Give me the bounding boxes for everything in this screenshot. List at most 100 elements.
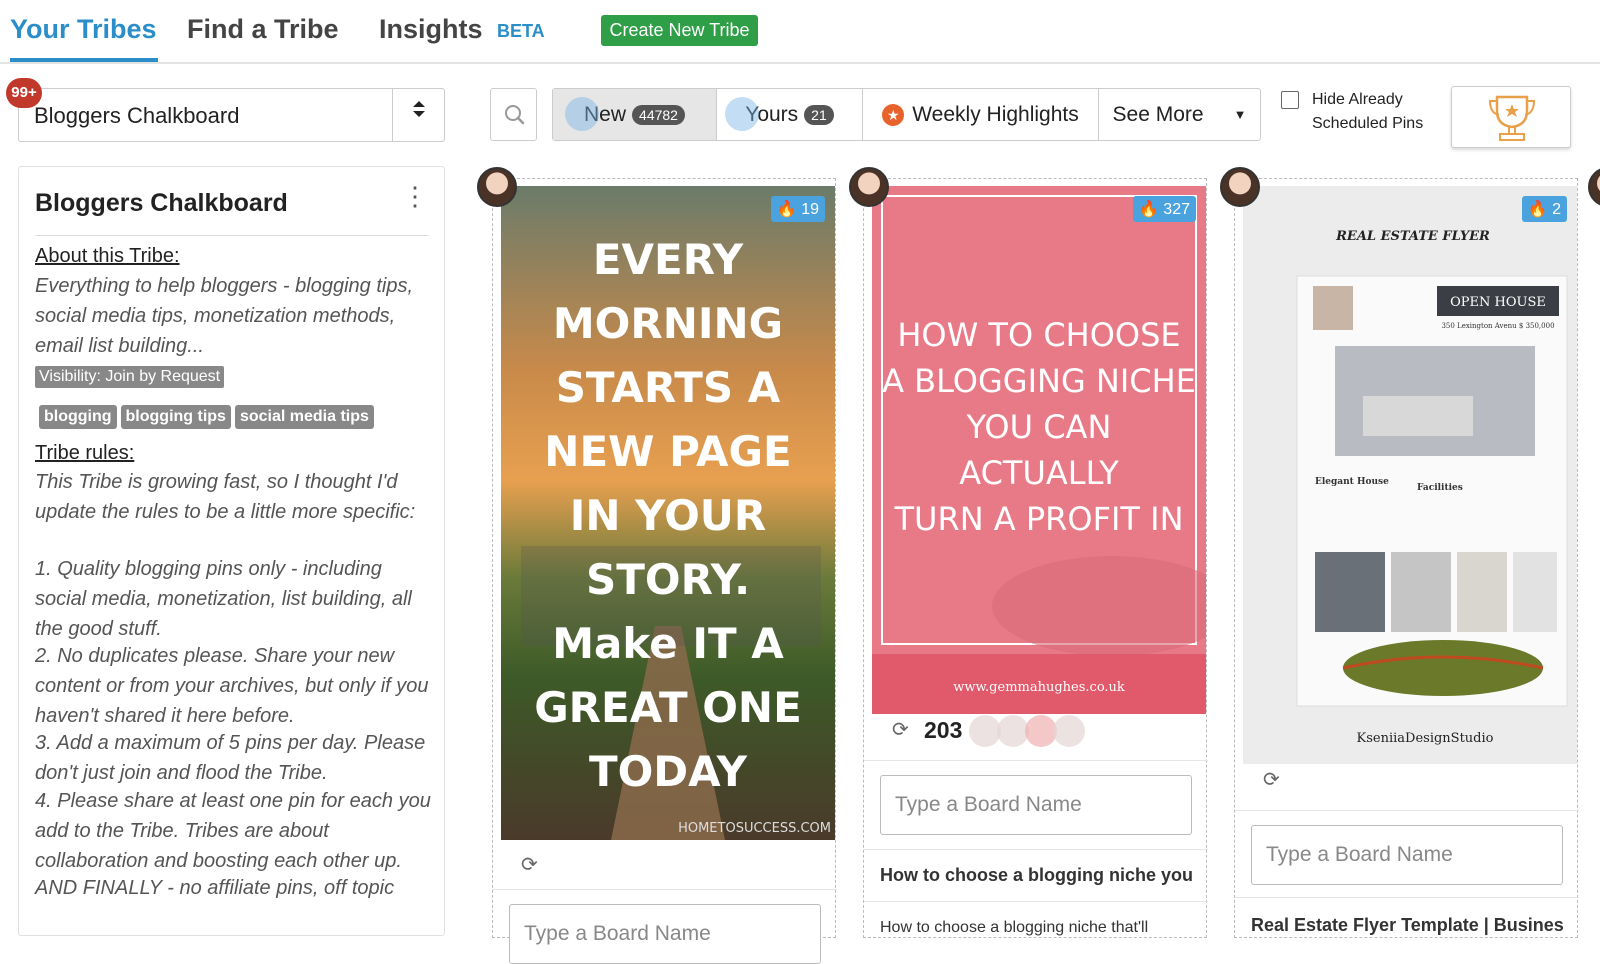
flyer-studio: KseniiaDesignStudio (1357, 731, 1494, 746)
rules-intro: This Tribe is growing fast, so I thought… (35, 471, 416, 523)
tribe-info-panel: Bloggers Chalkboard ⋮ About this Tribe: … (18, 166, 445, 936)
pin-text-line: HOW TO CHOOSE (897, 316, 1180, 354)
pin-text-line: Make IT A (552, 619, 784, 668)
pin-image[interactable]: HOW TO CHOOSE A BLOGGING NICHE YOU CAN A… (872, 186, 1232, 714)
filter-new[interactable]: New 44782 (553, 89, 717, 140)
pin-text-line: NEW PAGE (544, 427, 791, 476)
rules-title: Tribe rules: (35, 442, 135, 464)
tab-find-a-tribe[interactable]: Find a Tribe (187, 12, 339, 62)
tag-list: blogging blogging tips social media tips (39, 405, 374, 429)
filter-weekly-label: Weekly Highlights (912, 102, 1079, 126)
fire-badge: 🔥 19 (770, 196, 825, 222)
pin-url: www.gemmahughes.co.uk (953, 680, 1125, 695)
pin-text-line: TURN A PROFIT IN (893, 500, 1183, 538)
pin-text-line: A BLOGGING NICHE (882, 362, 1196, 400)
sync-icon[interactable]: ⟳ (892, 717, 909, 742)
flyer-address: 350 Lexington Avenu $ 350,000 (1441, 322, 1554, 330)
pin-text-line: STORY. (586, 555, 750, 604)
divider (864, 901, 1208, 902)
visibility-badge: Visibility: Join by Request (35, 366, 225, 388)
pin-card: REAL ESTATE FLYER OPEN HOUSE 350 Lexingt… (1234, 178, 1579, 938)
flyer-open-house: OPEN HOUSE (1450, 295, 1546, 310)
pin-image[interactable]: REAL ESTATE FLYER OPEN HOUSE 350 Lexingt… (1243, 186, 1577, 764)
pin-actions-row: ⟳ (493, 840, 837, 890)
pin-description: How to choose a blogging niche that'll (880, 919, 1149, 936)
tab-your-tribes[interactable]: Your Tribes (10, 12, 158, 62)
fire-count: 19 (801, 201, 819, 218)
tag[interactable]: blogging (39, 405, 117, 429)
pin-image-art: EVERY MORNING STARTS A NEW PAGE IN YOUR … (501, 186, 835, 840)
avatar[interactable] (1220, 167, 1260, 207)
hide-scheduled-checkbox[interactable] (1281, 91, 1299, 109)
rule-1: 1. Quality blogging pins only - includin… (35, 558, 412, 640)
pin-image-art: HOW TO CHOOSE A BLOGGING NICHE YOU CAN A… (872, 186, 1232, 714)
pin-card: HOW TO CHOOSE A BLOGGING NICHE YOU CAN A… (863, 178, 1232, 938)
avatar[interactable] (849, 167, 889, 207)
avatar[interactable] (477, 167, 517, 207)
rule-final: AND FINALLY - no affiliate pins, off top… (35, 877, 395, 899)
pin-text-line: TODAY (589, 747, 748, 796)
sync-icon[interactable]: ⟳ (1263, 767, 1280, 792)
board-name-input[interactable]: Type a Board Name (509, 904, 821, 964)
rule-4: 4. Please share at least one pin for eac… (35, 790, 431, 872)
selection-dot (565, 97, 599, 131)
pin-title[interactable]: Real Estate Flyer Template | Busines (1251, 915, 1571, 936)
sync-icon[interactable]: ⟳ (521, 852, 538, 877)
pin-text-line: MORNING (553, 299, 783, 348)
pin-title[interactable]: How to choose a blogging niche you (880, 865, 1200, 886)
pin-text-line: ACTUALLY (959, 454, 1119, 492)
filter-segments: New 44782 Yours 21 ★ Weekly Highlights S… (552, 88, 1261, 141)
flyer-elegant-house: Elegant House (1315, 477, 1389, 487)
pin-text-line: IN YOUR (570, 491, 766, 540)
search-icon (505, 105, 525, 125)
fire-badge: 🔥 2 (1521, 196, 1567, 222)
filter-weekly-highlights[interactable]: ★ Weekly Highlights (863, 89, 1099, 140)
pin-text-line: STARTS A (556, 363, 781, 412)
avatar (1053, 715, 1085, 747)
divider (35, 235, 429, 236)
flyer-title: REAL ESTATE FLYER (1335, 229, 1490, 244)
more-options-icon[interactable]: ⋮ (402, 183, 428, 209)
tab-insights[interactable]: Insights (379, 12, 483, 62)
board-name-input[interactable]: Type a Board Name (880, 775, 1192, 835)
star-icon: ★ (882, 103, 905, 126)
chevron-down-icon: ▼ (1233, 107, 1247, 122)
fire-count: 327 (1163, 201, 1190, 218)
tribe-info-title: Bloggers Chalkboard (35, 189, 288, 217)
pin-image-art: REAL ESTATE FLYER OPEN HOUSE 350 Lexingt… (1243, 186, 1577, 764)
trophy-icon (1488, 95, 1536, 141)
rule-2: 2. No duplicates please. Share your new … (35, 645, 429, 727)
fire-badge: 🔥 327 (1132, 196, 1196, 222)
divider (864, 849, 1208, 850)
filter-yours-count: 21 (804, 104, 834, 125)
board-name-input[interactable]: Type a Board Name (1251, 825, 1563, 885)
divider (1235, 897, 1579, 898)
about-text: Everything to help bloggers - blogging t… (35, 275, 414, 357)
pin-text-line: YOU CAN (966, 408, 1112, 446)
pin-text-line: EVERY (593, 235, 744, 284)
selection-dot (725, 97, 759, 131)
flyer-facilities: Facilities (1417, 483, 1463, 493)
filter-new-count: 44782 (632, 104, 685, 125)
repin-count: 203 (924, 717, 963, 743)
pin-actions-row: ⟳ 203 (864, 699, 1208, 761)
search-button[interactable] (490, 88, 537, 141)
see-more-dropdown[interactable]: See More ▼ (1099, 89, 1260, 140)
pin-image[interactable]: EVERY MORNING STARTS A NEW PAGE IN YOUR … (501, 186, 835, 840)
pin-watermark: HOMETOSUCCESS.COM (678, 821, 831, 836)
pin-actions-row: ⟳ (1235, 749, 1579, 811)
tribe-select[interactable]: Bloggers Chalkboard (18, 88, 445, 142)
pin-text-line: GREAT ONE (534, 683, 802, 732)
tag[interactable]: blogging tips (120, 405, 231, 429)
trophy-button[interactable] (1451, 86, 1571, 148)
rule-3: 3. Add a maximum of 5 pins per day. Plea… (35, 732, 426, 784)
pin-card: EVERY MORNING STARTS A NEW PAGE IN YOUR … (492, 178, 837, 964)
avatar[interactable] (1588, 167, 1600, 207)
tag[interactable]: social media tips (234, 405, 374, 429)
see-more-label: See More (1112, 102, 1204, 126)
top-nav: Your Tribes Find a Tribe Insights BETA C… (0, 0, 1600, 64)
create-new-tribe-button[interactable]: Create New Tribe (601, 15, 758, 46)
select-arrows-icon (392, 89, 444, 141)
tribe-select-value: Bloggers Chalkboard (34, 103, 240, 128)
filter-yours[interactable]: Yours 21 (717, 89, 863, 140)
